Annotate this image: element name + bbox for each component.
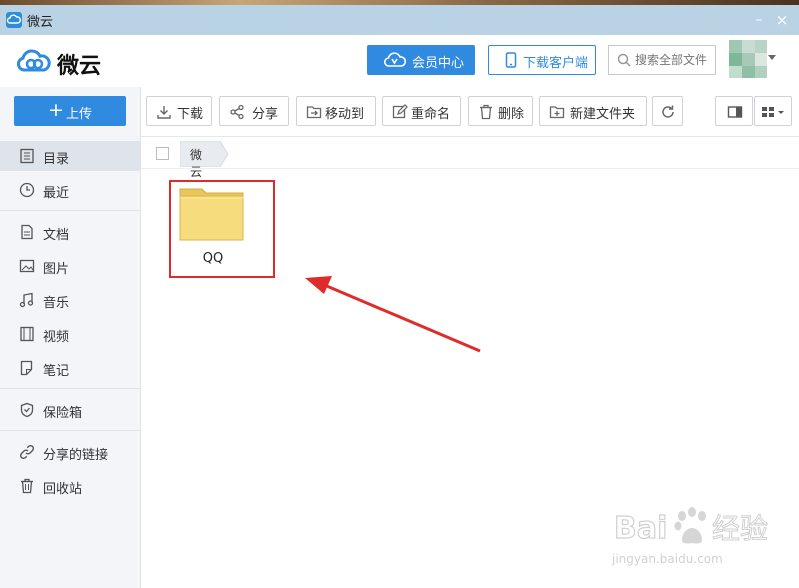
sidebar-item-label: 视频 bbox=[43, 330, 70, 345]
panel-icon bbox=[727, 104, 743, 124]
list-icon bbox=[19, 148, 35, 168]
sidebar-item-label: 分享的链接 bbox=[43, 448, 109, 463]
share-button[interactable]: 分享 bbox=[219, 96, 289, 126]
phone-icon bbox=[505, 52, 517, 72]
sidebar-divider bbox=[0, 210, 140, 211]
sidebar-item-label: 音乐 bbox=[43, 296, 70, 311]
sidebar-item-label: 目录 bbox=[43, 152, 70, 167]
rename-label: 重命名 bbox=[411, 107, 451, 122]
sidebar-divider bbox=[0, 388, 140, 389]
search-icon bbox=[617, 53, 631, 71]
refresh-button[interactable] bbox=[652, 96, 683, 126]
download-button[interactable]: 下载 bbox=[146, 96, 212, 126]
sidebar-item-shared-links[interactable]: 分享的链接 bbox=[0, 437, 140, 467]
upload-button[interactable]: + 上传 bbox=[14, 96, 126, 126]
move-icon bbox=[306, 104, 322, 124]
new-folder-label: 新建文件夹 bbox=[570, 107, 636, 122]
avatar-dropdown-icon[interactable] bbox=[768, 55, 776, 60]
baidu-logo-icon: Bai 经验 bbox=[613, 507, 769, 547]
sidebar-divider bbox=[0, 430, 140, 431]
trash-icon bbox=[478, 104, 494, 124]
watermark-domain: jingyan.baidu.com bbox=[612, 552, 723, 566]
title-bar: 微云 – × bbox=[0, 5, 799, 35]
download-label: 下载 bbox=[177, 107, 204, 122]
share-label: 分享 bbox=[252, 107, 279, 122]
search-box[interactable] bbox=[608, 45, 716, 75]
sidebar-item-label: 最近 bbox=[43, 186, 70, 201]
new-folder-icon bbox=[549, 104, 565, 124]
svg-text:Bai: Bai bbox=[614, 511, 667, 546]
sidebar-item-documents[interactable]: 文档 bbox=[0, 217, 140, 247]
download-icon bbox=[156, 104, 172, 124]
shield-icon bbox=[19, 402, 35, 422]
breadcrumb-divider bbox=[141, 168, 799, 169]
sidebar-item-recycle-bin[interactable]: 回收站 bbox=[0, 471, 140, 501]
header: 微云 会员中心 下载客户端 bbox=[0, 35, 799, 87]
sidebar-item-images[interactable]: 图片 bbox=[0, 251, 140, 281]
window-title: 微云 bbox=[27, 15, 54, 30]
minimize-button[interactable]: – bbox=[750, 11, 768, 29]
close-button[interactable]: × bbox=[773, 11, 791, 29]
sidebar-item-label: 图片 bbox=[43, 262, 70, 277]
weiyun-logo-icon bbox=[15, 48, 53, 78]
sidebar-item-label: 回收站 bbox=[43, 482, 83, 497]
rename-button[interactable]: 重命名 bbox=[382, 96, 461, 126]
download-client-label: 下载客户端 bbox=[523, 56, 589, 71]
sidebar-item-music[interactable]: 音乐 bbox=[0, 285, 140, 315]
trash-icon bbox=[19, 478, 35, 498]
sidebar-item-recent[interactable]: 最近 bbox=[0, 175, 140, 205]
document-icon bbox=[19, 224, 35, 244]
svg-text:经验: 经验 bbox=[712, 512, 768, 545]
delete-button[interactable]: 删除 bbox=[468, 96, 533, 126]
image-icon bbox=[19, 258, 35, 278]
annotation-arrow bbox=[305, 276, 481, 353]
vip-cloud-icon bbox=[383, 52, 407, 72]
link-icon bbox=[19, 444, 35, 464]
annotation-highlight-box bbox=[169, 180, 275, 278]
grid-view-icon bbox=[761, 104, 787, 124]
sidebar-item-notes[interactable]: 笔记 bbox=[0, 353, 140, 383]
sidebar-item-label: 保险箱 bbox=[43, 406, 83, 421]
sidebar: + 上传 目录 最近 文档 图片 音乐 视频 笔记 保险箱 分享的链接 回收站 bbox=[0, 87, 141, 588]
app-logo-icon bbox=[6, 12, 22, 28]
music-icon bbox=[19, 292, 35, 312]
plus-icon: + bbox=[48, 99, 64, 121]
film-icon bbox=[19, 326, 35, 346]
vip-center-button[interactable]: 会员中心 bbox=[367, 45, 475, 75]
logo-text: 微云 bbox=[57, 54, 102, 79]
upload-label: 上传 bbox=[66, 107, 93, 122]
move-to-button[interactable]: 移动到 bbox=[296, 96, 376, 126]
move-to-label: 移动到 bbox=[325, 107, 365, 122]
share-icon bbox=[229, 104, 245, 124]
note-icon bbox=[19, 360, 35, 380]
sidebar-item-safe[interactable]: 保险箱 bbox=[0, 395, 140, 425]
new-folder-button[interactable]: 新建文件夹 bbox=[539, 96, 647, 126]
detail-panel-toggle[interactable] bbox=[715, 96, 753, 126]
sidebar-item-label: 笔记 bbox=[43, 364, 70, 379]
clock-icon bbox=[19, 182, 35, 202]
avatar[interactable] bbox=[729, 40, 767, 78]
sidebar-item-directory[interactable]: 目录 bbox=[0, 141, 140, 171]
view-mode-dropdown[interactable] bbox=[754, 96, 792, 126]
baidu-jingyan-watermark: Bai 经验 jingyan.baidu.com bbox=[612, 500, 792, 580]
sidebar-item-label: 文档 bbox=[43, 228, 70, 243]
refresh-icon bbox=[660, 104, 676, 124]
content-divider bbox=[141, 136, 799, 137]
edit-icon bbox=[392, 104, 408, 124]
download-client-button[interactable]: 下载客户端 bbox=[488, 45, 596, 75]
breadcrumb-root: 微云 bbox=[190, 148, 203, 179]
sidebar-item-videos[interactable]: 视频 bbox=[0, 319, 140, 349]
delete-label: 删除 bbox=[498, 107, 525, 122]
select-all-checkbox[interactable] bbox=[156, 147, 169, 160]
search-input[interactable] bbox=[635, 51, 715, 69]
vip-center-label: 会员中心 bbox=[412, 56, 465, 71]
